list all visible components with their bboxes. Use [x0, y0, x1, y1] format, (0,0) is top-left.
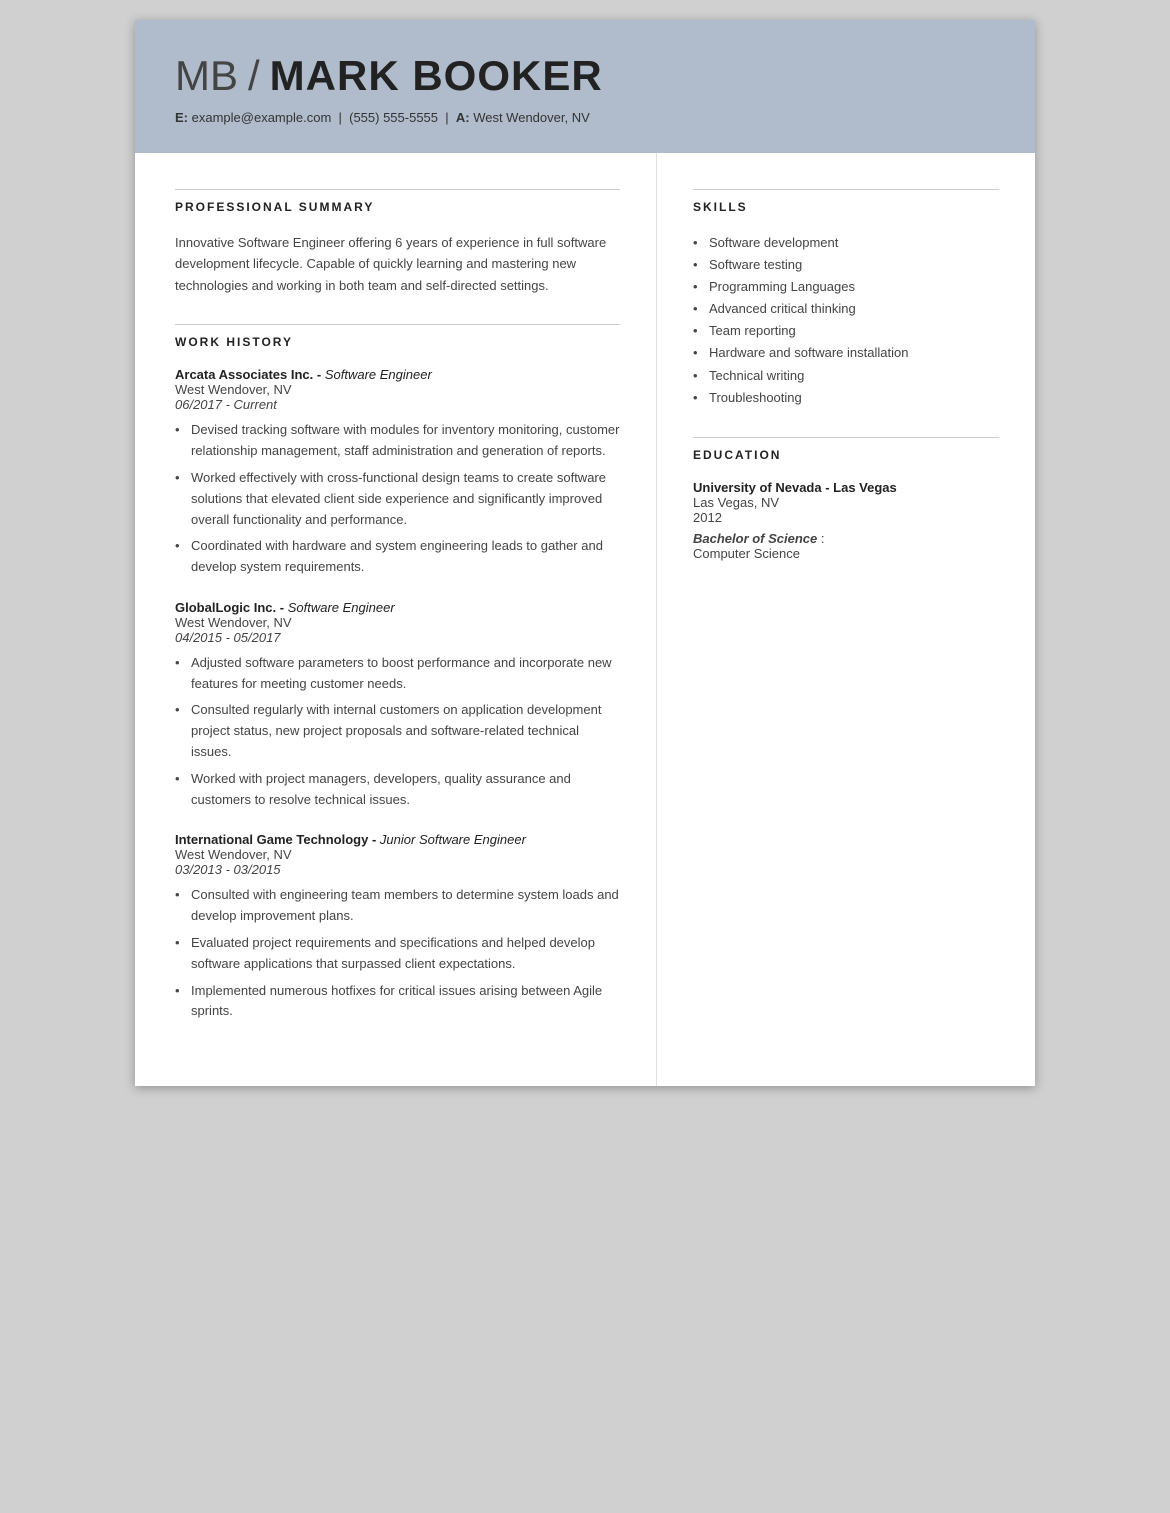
- work-history-section: WORK HISTORY Arcata Associates Inc. - So…: [175, 324, 620, 1022]
- list-item: Advanced critical thinking: [693, 298, 999, 320]
- list-item: Implemented numerous hotfixes for critic…: [175, 981, 620, 1023]
- job-company-2: GlobalLogic Inc. - Software Engineer: [175, 600, 620, 615]
- work-history-title: WORK HISTORY: [175, 324, 620, 355]
- job-company-1: Arcata Associates Inc. - Software Engine…: [175, 367, 620, 382]
- summary-text: Innovative Software Engineer offering 6 …: [175, 232, 620, 296]
- email-label: E:: [175, 110, 188, 125]
- list-item: Worked with project managers, developers…: [175, 769, 620, 811]
- address-value: West Wendover, NV: [473, 110, 590, 125]
- professional-summary-title: PROFESSIONAL SUMMARY: [175, 189, 620, 220]
- job-dates-3: 03/2013 - 03/2015: [175, 862, 620, 877]
- main-content: PROFESSIONAL SUMMARY Innovative Software…: [135, 153, 1035, 1086]
- list-item: Devised tracking software with modules f…: [175, 420, 620, 462]
- edu-degree: Bachelor of Science :: [693, 531, 999, 546]
- left-column: PROFESSIONAL SUMMARY Innovative Software…: [135, 153, 657, 1086]
- job-company-3: International Game Technology - Junior S…: [175, 832, 620, 847]
- professional-summary-section: PROFESSIONAL SUMMARY Innovative Software…: [175, 189, 620, 296]
- right-column: SKILLS Software development Software tes…: [657, 153, 1035, 1086]
- job-bullets-1: Devised tracking software with modules f…: [175, 420, 620, 578]
- skills-section: SKILLS Software development Software tes…: [693, 189, 999, 409]
- edu-year: 2012: [693, 510, 999, 525]
- job-location-1: West Wendover, NV: [175, 382, 620, 397]
- skills-list: Software development Software testing Pr…: [693, 232, 999, 409]
- list-item: Troubleshooting: [693, 387, 999, 409]
- address-label: A:: [456, 110, 470, 125]
- list-item: Technical writing: [693, 365, 999, 387]
- list-item: Adjusted software parameters to boost pe…: [175, 653, 620, 695]
- edu-location: Las Vegas, NV: [693, 495, 999, 510]
- header-section: MB / MARK BOOKER E: example@example.com …: [135, 20, 1035, 153]
- list-item: Consulted with engineering team members …: [175, 885, 620, 927]
- header-contact: E: example@example.com | (555) 555-5555 …: [175, 110, 995, 125]
- job-dates-2: 04/2015 - 05/2017: [175, 630, 620, 645]
- header-name-row: MB / MARK BOOKER: [175, 52, 995, 100]
- edu-field: Computer Science: [693, 546, 999, 561]
- list-item: Software development: [693, 232, 999, 254]
- list-item: Evaluated project requirements and speci…: [175, 933, 620, 975]
- list-item: Hardware and software installation: [693, 342, 999, 364]
- list-item: Team reporting: [693, 320, 999, 342]
- job-entry-2: GlobalLogic Inc. - Software Engineer Wes…: [175, 600, 620, 811]
- list-item: Programming Languages: [693, 276, 999, 298]
- email-value: example@example.com: [192, 110, 332, 125]
- list-item: Software testing: [693, 254, 999, 276]
- header-initials: MB: [175, 52, 238, 100]
- skills-title: SKILLS: [693, 189, 999, 220]
- list-item: Worked effectively with cross-functional…: [175, 468, 620, 530]
- job-bullets-3: Consulted with engineering team members …: [175, 885, 620, 1022]
- job-bullets-2: Adjusted software parameters to boost pe…: [175, 653, 620, 811]
- list-item: Coordinated with hardware and system eng…: [175, 536, 620, 578]
- list-item: Consulted regularly with internal custom…: [175, 700, 620, 762]
- phone-value: (555) 555-5555: [349, 110, 438, 125]
- job-entry-3: International Game Technology - Junior S…: [175, 832, 620, 1022]
- edu-school: University of Nevada - Las Vegas: [693, 480, 999, 495]
- education-section: EDUCATION University of Nevada - Las Veg…: [693, 437, 999, 561]
- resume-page: MB / MARK BOOKER E: example@example.com …: [135, 20, 1035, 1086]
- job-location-3: West Wendover, NV: [175, 847, 620, 862]
- header-fullname: MARK BOOKER: [270, 52, 603, 100]
- header-slash: /: [248, 52, 260, 100]
- job-entry-1: Arcata Associates Inc. - Software Engine…: [175, 367, 620, 578]
- job-dates-1: 06/2017 - Current: [175, 397, 620, 412]
- education-title: EDUCATION: [693, 437, 999, 468]
- job-location-2: West Wendover, NV: [175, 615, 620, 630]
